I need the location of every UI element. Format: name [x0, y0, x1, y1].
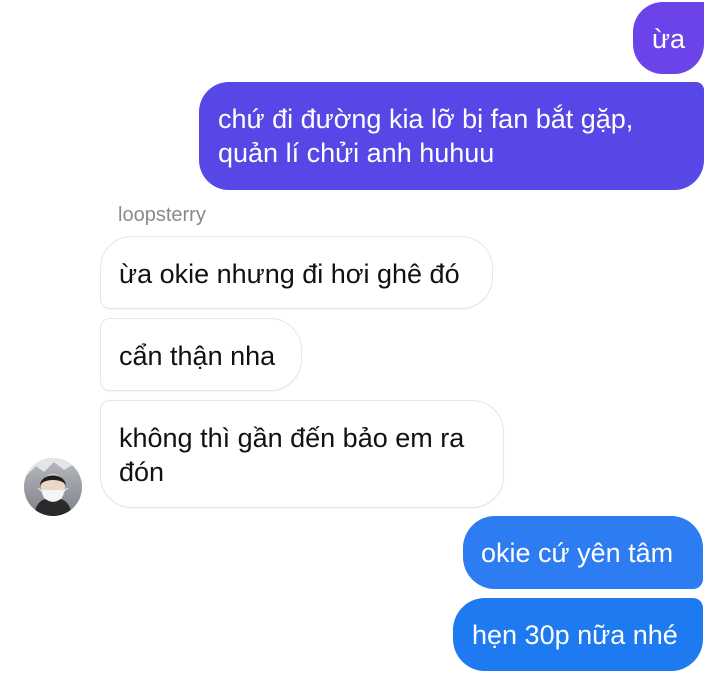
message-bubble-outgoing[interactable]: hẹn 30p nữa nhé [453, 598, 703, 671]
message-bubble-incoming[interactable]: không thì gần đến bảo em ra đón [100, 400, 504, 508]
message-text: không thì gần đến bảo em ra đón [119, 423, 465, 487]
message-bubble-outgoing[interactable]: chứ đi đường kia lỡ bị fan bắt gặp, quản… [199, 82, 704, 190]
user-avatar-photo-icon [24, 458, 82, 516]
message-text: okie cứ yên tâm [481, 538, 674, 568]
message-bubble-incoming[interactable]: cẩn thận nha [100, 318, 302, 391]
message-bubble-incoming[interactable]: ừa okie nhưng đi hơi ghê đó [100, 236, 493, 309]
message-text: cẩn thận nha [119, 341, 276, 371]
message-text: ừa okie nhưng đi hơi ghê đó [119, 259, 460, 289]
message-text: chứ đi đường kia lỡ bị fan bắt gặp, quản… [218, 104, 634, 168]
message-bubble-outgoing[interactable]: okie cứ yên tâm [463, 516, 703, 589]
sender-name: loopsterry [118, 204, 206, 226]
message-text: hẹn 30p nữa nhé [472, 620, 678, 650]
avatar[interactable] [24, 458, 82, 516]
message-text: ừa [651, 24, 686, 54]
message-bubble-outgoing[interactable]: ừa [633, 2, 704, 74]
